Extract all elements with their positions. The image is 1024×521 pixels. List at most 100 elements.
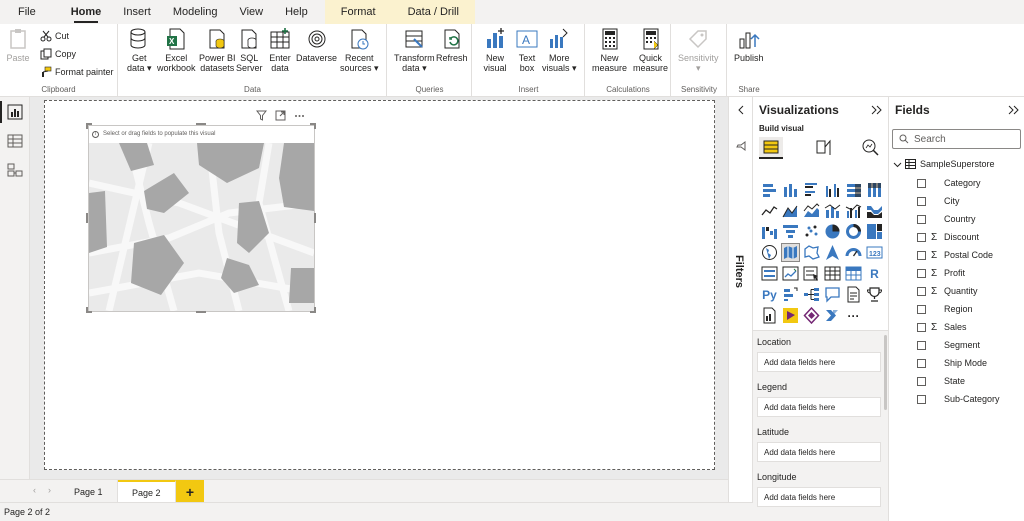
well-legend-drop[interactable]: Add data fields here	[757, 397, 881, 417]
decomposition-tree-icon[interactable]	[803, 286, 820, 303]
resize-handle[interactable]	[86, 123, 88, 129]
format-visual-tab[interactable]	[811, 137, 835, 159]
smart-narrative-icon[interactable]	[845, 286, 862, 303]
copy-button[interactable]: Copy	[40, 48, 76, 60]
field-row[interactable]: State	[917, 375, 965, 387]
publish-button[interactable]: Publish	[734, 27, 764, 63]
analytics-tab[interactable]	[859, 137, 883, 159]
line-chart-icon[interactable]	[761, 202, 778, 219]
stacked-area-chart-icon[interactable]	[803, 202, 820, 219]
sensitivity-button[interactable]: Sensitivity ▾	[678, 27, 719, 73]
matrix-icon[interactable]	[845, 265, 862, 282]
new-measure-button[interactable]: New measure	[592, 27, 627, 73]
field-row[interactable]: Σ Quantity	[917, 285, 978, 297]
menu-tab-format[interactable]: Format	[324, 0, 392, 24]
menu-tab-data-drill[interactable]: Data / Drill	[391, 0, 475, 24]
key-influencers-icon[interactable]	[782, 286, 799, 303]
well-location-drop[interactable]: Add data fields here	[757, 352, 881, 372]
stacked-bar-chart-icon[interactable]	[761, 181, 778, 198]
field-checkbox[interactable]	[917, 340, 926, 350]
donut-chart-icon[interactable]	[845, 223, 862, 240]
add-page-button[interactable]: +	[176, 480, 204, 503]
ribbon-chart-icon[interactable]	[866, 202, 883, 219]
slicer-icon[interactable]	[803, 265, 820, 282]
multi-row-card-icon[interactable]	[761, 265, 778, 282]
field-checkbox[interactable]	[917, 394, 926, 404]
menu-tab-help[interactable]: Help	[274, 0, 319, 24]
resize-handle[interactable]	[314, 213, 316, 223]
line-clustered-column-icon[interactable]	[845, 202, 862, 219]
map-globe-icon[interactable]	[761, 244, 778, 261]
clustered-bar-chart-icon[interactable]	[803, 181, 820, 198]
page-nav-next-icon[interactable]: ›	[48, 485, 51, 495]
gauge-icon[interactable]	[845, 244, 862, 261]
clustered-column-chart-icon[interactable]	[824, 181, 841, 198]
build-visual-tab[interactable]	[759, 137, 783, 159]
map-visual-placeholder[interactable]: i Select or drag fields to populate this…	[88, 125, 315, 312]
azure-map-icon[interactable]	[824, 244, 841, 261]
collapse-double-chevron-icon[interactable]	[870, 105, 882, 115]
well-latitude-drop[interactable]: Add data fields here	[757, 442, 881, 462]
field-checkbox[interactable]	[917, 196, 926, 206]
100-stacked-bar-chart-icon[interactable]	[845, 181, 862, 198]
python-visual-icon[interactable]: Py	[761, 286, 778, 303]
chevron-left-icon[interactable]	[736, 105, 746, 115]
resize-handle[interactable]	[196, 311, 206, 313]
power-automate-icon[interactable]	[803, 307, 820, 324]
new-visual-button[interactable]: New visual	[483, 27, 507, 73]
enter-data-button[interactable]: Enter data	[268, 27, 292, 73]
table-node-samplesuperstore[interactable]: SampleSuperstore	[893, 159, 995, 169]
filter-icon[interactable]	[256, 110, 267, 121]
field-row[interactable]: City	[917, 195, 960, 207]
field-row[interactable]: Σ Postal Code	[917, 249, 993, 261]
page-tab-page-2[interactable]: Page 2	[118, 480, 176, 503]
collapse-double-chevron-icon[interactable]	[1007, 105, 1019, 115]
page-nav-prev-icon[interactable]: ‹	[33, 485, 36, 495]
field-checkbox[interactable]	[917, 250, 926, 260]
transform-data-button[interactable]: Transform data ▾	[394, 27, 435, 73]
line-stacked-column-icon[interactable]	[824, 202, 841, 219]
funnel-chart-icon[interactable]	[782, 223, 799, 240]
cut-button[interactable]: Cut	[40, 30, 69, 42]
more-visuals-button[interactable]: More visuals ▾	[542, 27, 577, 73]
recent-sources-button[interactable]: Recent sources ▾	[340, 27, 379, 73]
r-script-visual-icon[interactable]: R	[866, 265, 883, 282]
chevron-down-icon[interactable]	[893, 160, 902, 169]
focus-mode-icon[interactable]	[275, 110, 286, 121]
menu-tab-insert[interactable]: Insert	[112, 0, 162, 24]
well-longitude-drop[interactable]: Add data fields here	[757, 487, 881, 507]
text-box-button[interactable]: A Text box	[515, 27, 539, 73]
model-view-icon[interactable]	[7, 162, 23, 178]
refresh-button[interactable]: Refresh	[436, 27, 468, 63]
resize-handle[interactable]	[86, 213, 88, 223]
100-stacked-column-chart-icon[interactable]	[866, 181, 883, 198]
quick-measure-button[interactable]: Quick measure	[633, 27, 668, 73]
field-checkbox[interactable]	[917, 178, 926, 188]
power-apps-icon[interactable]	[782, 307, 799, 324]
field-row[interactable]: Category	[917, 177, 981, 189]
sql-server-button[interactable]: SQL Server	[236, 27, 263, 73]
table-icon[interactable]	[824, 265, 841, 282]
menu-tab-view[interactable]: View	[228, 0, 274, 24]
menu-tab-home[interactable]: Home	[60, 0, 113, 24]
field-checkbox[interactable]	[917, 214, 926, 224]
waterfall-chart-icon[interactable]	[761, 223, 778, 240]
field-checkbox[interactable]	[917, 376, 926, 386]
field-checkbox[interactable]	[917, 268, 926, 278]
dataverse-button[interactable]: Dataverse	[296, 27, 337, 63]
powerbi-datasets-button[interactable]: Power BI datasets	[199, 27, 236, 73]
format-painter-button[interactable]: Format painter	[40, 66, 114, 78]
get-data-button[interactable]: Get data ▾	[127, 27, 152, 73]
scatter-chart-icon[interactable]	[803, 223, 820, 240]
qa-visual-icon[interactable]	[824, 286, 841, 303]
shape-map-icon[interactable]	[803, 244, 820, 261]
field-row[interactable]: Ship Mode	[917, 357, 987, 369]
paste-button[interactable]: Paste	[6, 27, 30, 63]
power-automate-flow-icon[interactable]	[824, 307, 841, 324]
field-checkbox[interactable]	[917, 286, 926, 296]
area-chart-icon[interactable]	[782, 202, 799, 219]
field-checkbox[interactable]	[917, 232, 926, 242]
field-checkbox[interactable]	[917, 322, 926, 332]
fields-search-input[interactable]: Search	[892, 129, 1021, 149]
field-checkbox[interactable]	[917, 358, 926, 368]
